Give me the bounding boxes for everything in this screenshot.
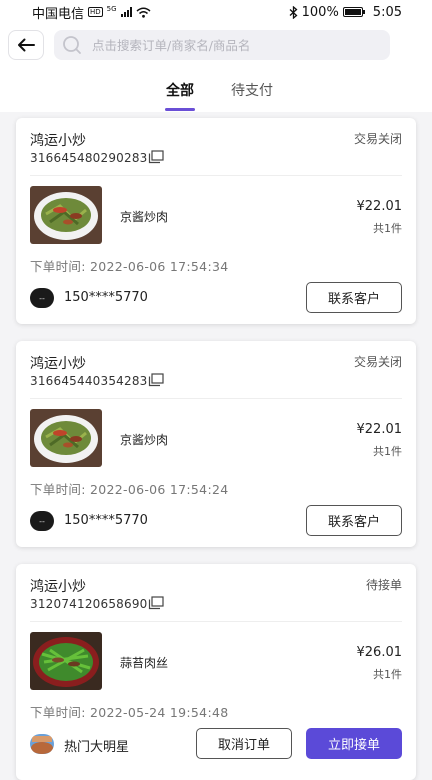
order-number: 316645480290283 — [30, 151, 148, 165]
search-icon — [63, 36, 81, 54]
item-name: 蒜苔肉丝 — [120, 656, 169, 670]
customer-contact: 150****5770 — [64, 513, 148, 528]
wifi-icon — [136, 7, 151, 18]
signal-icon — [120, 7, 132, 17]
order-card[interactable]: 鸿运小炒 交易关闭 316645480290283 京酱炒肉 ¥22.01 共1… — [16, 118, 416, 324]
order-time: 下单时间: 2022-06-06 17:54:24 — [30, 479, 228, 498]
battery-percent: 100% — [301, 4, 339, 20]
contact-customer-button[interactable]: 联系客户 — [306, 282, 402, 313]
header — [0, 24, 432, 68]
order-time: 下单时间: 2022-05-24 19:54:48 — [30, 702, 228, 721]
order-number: 312074120658690 — [30, 597, 148, 611]
tab-bar: 全部 待支付 — [0, 68, 432, 112]
avatar — [30, 734, 54, 754]
carrier-label: 中国电信 — [32, 6, 85, 22]
divider — [30, 398, 402, 399]
food-image — [30, 186, 102, 244]
search-box[interactable] — [54, 30, 390, 60]
contact-customer-button[interactable]: 联系客户 — [306, 505, 402, 536]
search-input[interactable] — [92, 37, 372, 53]
food-image — [30, 632, 102, 690]
tab-all[interactable]: 全部 — [166, 80, 194, 100]
food-image — [30, 409, 102, 467]
cancel-order-button[interactable]: 取消订单 — [196, 728, 292, 759]
clock: 5:05 — [372, 4, 402, 20]
item-quantity: 共1件 — [373, 668, 402, 681]
shop-name: 鸿运小炒 — [30, 133, 86, 149]
item-price: ¥22.01 — [356, 422, 403, 437]
customer-contact: 150****5770 — [64, 290, 148, 305]
shop-name: 鸿运小炒 — [30, 356, 86, 372]
avatar: -- — [30, 288, 54, 308]
back-button[interactable] — [8, 30, 44, 60]
tab-active-indicator — [165, 108, 195, 111]
bluetooth-icon — [289, 5, 298, 19]
shop-name: 鸿运小炒 — [30, 579, 86, 595]
arrow-left-icon — [18, 38, 35, 52]
divider — [30, 175, 402, 176]
item-name: 京酱炒肉 — [120, 433, 169, 447]
item-name: 京酱炒肉 — [120, 210, 169, 224]
order-time-value: 2022-06-06 17:54:34 — [90, 259, 229, 274]
order-status: 交易关闭 — [353, 132, 402, 146]
order-status: 待接单 — [365, 578, 402, 592]
status-left: 中国电信 HD 5G — [32, 3, 151, 22]
battery-icon — [342, 7, 365, 17]
order-time-value: 2022-06-06 17:54:24 — [90, 482, 229, 497]
accept-order-button[interactable]: 立即接单 — [306, 728, 402, 759]
hd-badge: HD — [88, 7, 103, 17]
copy-icon[interactable] — [148, 150, 164, 164]
order-card[interactable]: 鸿运小炒 待接单 312074120658690 蒜苔肉丝 ¥26.01 共1件… — [16, 564, 416, 780]
order-time-label: 下单时间: — [30, 482, 86, 497]
status-bar: 中国电信 HD 5G 100% 5:05 — [0, 0, 432, 24]
copy-icon[interactable] — [148, 373, 164, 387]
tab-pending-payment[interactable]: 待支付 — [231, 80, 273, 100]
order-number: 316645440354283 — [30, 374, 148, 388]
item-price: ¥26.01 — [356, 645, 403, 660]
divider — [30, 621, 402, 622]
svg-text:--: -- — [39, 517, 45, 526]
item-quantity: 共1件 — [373, 222, 402, 235]
order-time-label: 下单时间: — [30, 259, 86, 274]
order-status: 交易关闭 — [353, 355, 402, 369]
order-time-label: 下单时间: — [30, 705, 86, 720]
order-time-value: 2022-05-24 19:54:48 — [90, 705, 229, 720]
avatar: -- — [30, 511, 54, 531]
customer-contact: 热门大明星 — [64, 740, 130, 755]
item-quantity: 共1件 — [373, 445, 402, 458]
network-label: 5G — [106, 5, 117, 13]
copy-icon[interactable] — [148, 596, 164, 610]
status-right: 100% 5:05 — [289, 5, 402, 20]
item-price: ¥22.01 — [356, 199, 403, 214]
svg-text:--: -- — [39, 294, 45, 303]
order-card[interactable]: 鸿运小炒 交易关闭 316645440354283 京酱炒肉 ¥22.01 共1… — [16, 341, 416, 547]
order-time: 下单时间: 2022-06-06 17:54:34 — [30, 256, 228, 275]
